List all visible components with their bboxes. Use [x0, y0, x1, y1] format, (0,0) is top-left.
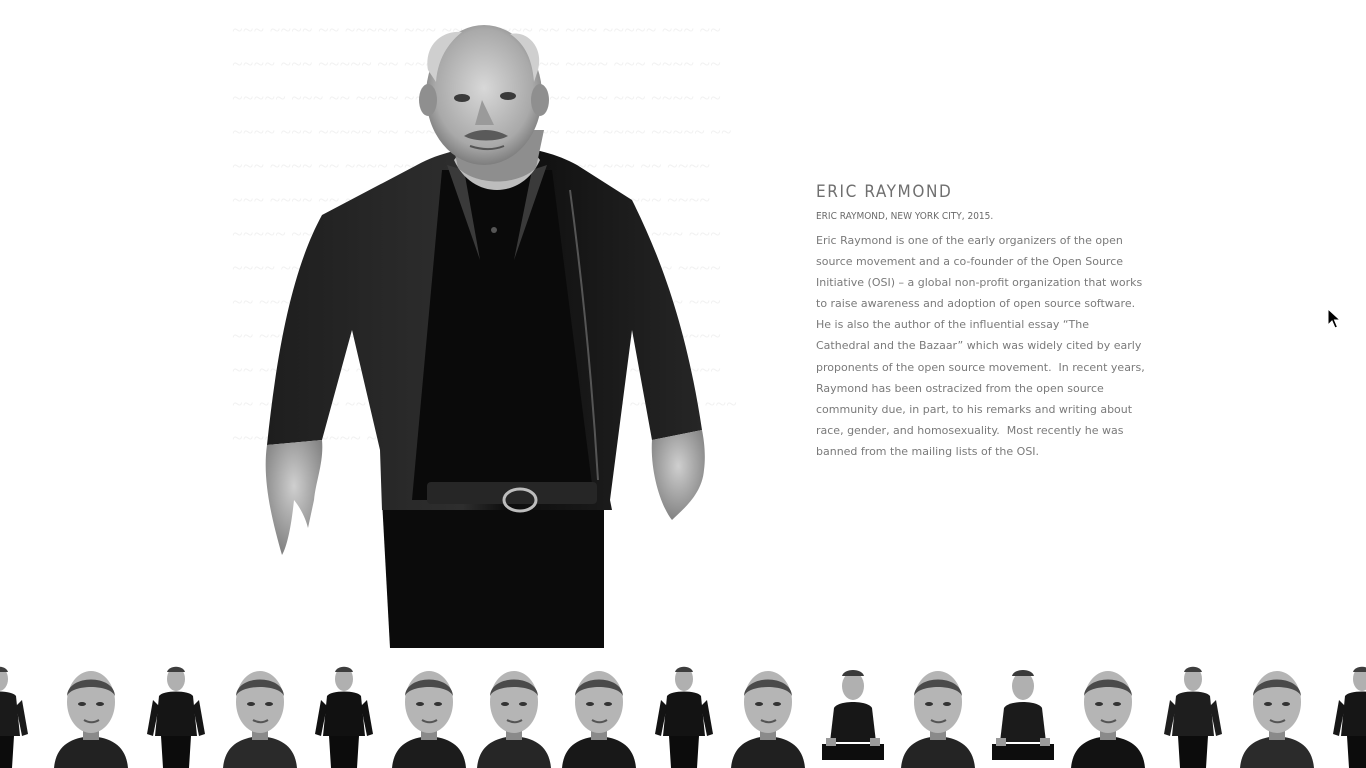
- portrait-thumbnail[interactable]: [475, 662, 553, 768]
- portrait-thumbnail[interactable]: [137, 662, 215, 768]
- portrait-thumbnail[interactable]: [1323, 662, 1366, 768]
- main-portrait-photo: [232, 0, 737, 648]
- portrait-thumbnail[interactable]: [984, 662, 1062, 768]
- portrait-thumbnail[interactable]: [305, 662, 383, 768]
- portrait-thumbnail[interactable]: [1238, 662, 1316, 768]
- portrait-viewer: ~~~ ~~~~ ~~ ~~~~~ ~~~ ~~~~ ~~ ~~ ~ ~ ~~~ ~…: [0, 0, 1366, 768]
- photo-caption: ERIC RAYMOND, NEW YORK CITY, 2015.: [816, 211, 994, 222]
- portrait-thumbnail[interactable]: [390, 662, 468, 768]
- portrait-thumbnail[interactable]: [814, 662, 892, 768]
- portrait-thumbnail[interactable]: [645, 662, 723, 768]
- portrait-thumbnail[interactable]: [52, 662, 130, 768]
- portrait-thumbnail[interactable]: [899, 662, 977, 768]
- mouse-pointer-icon: [1327, 307, 1342, 330]
- person-bio: Eric Raymond is one of the early organiz…: [816, 234, 1145, 458]
- portrait-info-panel: ERIC RAYMOND ERIC RAYMOND, NEW YORK CITY…: [816, 181, 1146, 462]
- portrait-thumbnail[interactable]: [729, 662, 807, 768]
- portrait-thumbnail[interactable]: [1154, 662, 1232, 768]
- portrait-filmstrip: [0, 662, 1366, 768]
- portrait-thumbnail[interactable]: [560, 662, 638, 768]
- person-name: ERIC RAYMOND: [816, 182, 953, 202]
- portrait-thumbnail[interactable]: [221, 662, 299, 768]
- portrait-thumbnail[interactable]: [0, 662, 38, 768]
- portrait-thumbnail[interactable]: [1069, 662, 1147, 768]
